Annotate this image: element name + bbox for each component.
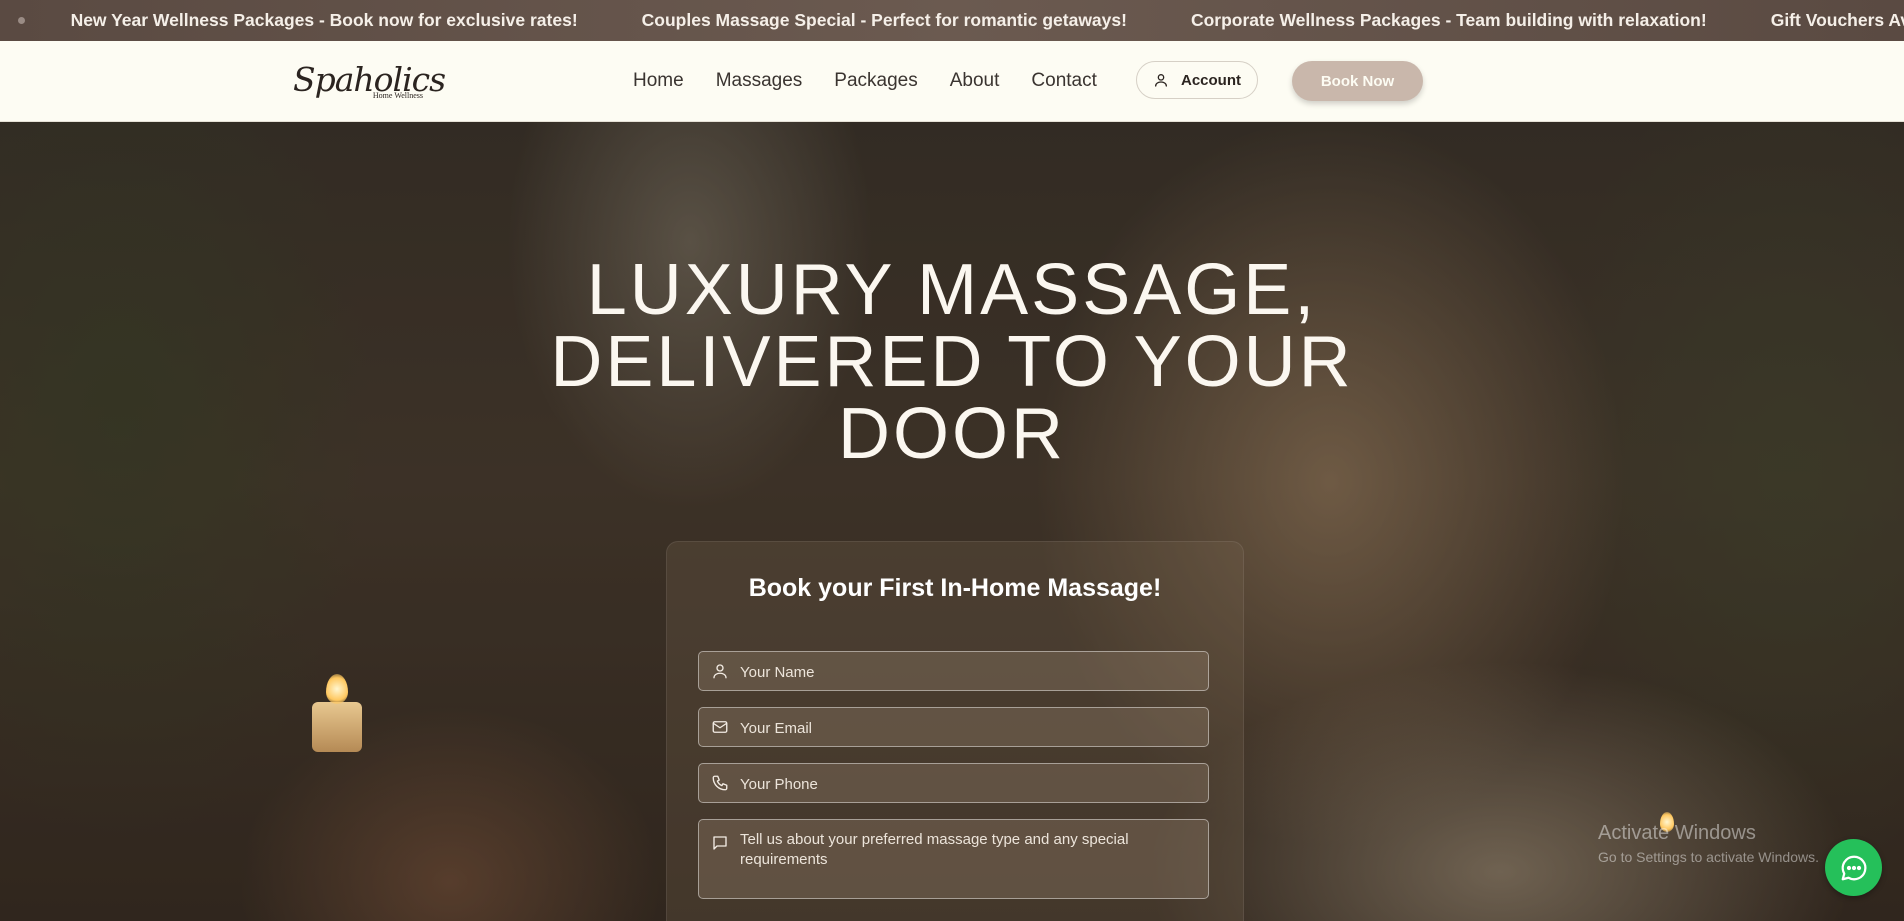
user-icon bbox=[1155, 74, 1167, 87]
message-textarea[interactable] bbox=[738, 828, 1202, 892]
site-header: Spaholics Home Wellness Home Massages Pa… bbox=[0, 41, 1904, 122]
account-button[interactable]: Account bbox=[1136, 61, 1258, 99]
ticker-item: Couples Massage Special - Perfect for ro… bbox=[641, 10, 1127, 30]
user-icon bbox=[713, 664, 727, 679]
hero-section: LUXURY MASSAGE, DELIVERED TO YOUR DOOR B… bbox=[0, 122, 1904, 921]
ticker-item: Gift Vouchers Available - Perfect bbox=[1770, 10, 1904, 30]
mail-icon bbox=[712, 721, 728, 733]
logo[interactable]: Spaholics Home Wellness bbox=[293, 63, 446, 103]
activate-windows-watermark: Activate Windows Go to Settings to activ… bbox=[1598, 822, 1819, 865]
main-nav: Home Massages Packages About Contact bbox=[633, 41, 1129, 121]
nav-packages[interactable]: Packages bbox=[834, 70, 917, 92]
ticker-separator bbox=[17, 17, 25, 24]
candle-flame bbox=[326, 674, 348, 704]
ticker-item: Corporate Wellness Packages - Team build… bbox=[1190, 10, 1707, 30]
watermark-title: Activate Windows bbox=[1598, 822, 1756, 844]
nav-home[interactable]: Home bbox=[633, 70, 684, 92]
chat-button[interactable] bbox=[1825, 839, 1882, 896]
candle-image bbox=[312, 702, 362, 752]
book-now-button[interactable]: Book Now bbox=[1292, 61, 1423, 101]
phone-icon bbox=[712, 775, 728, 791]
hero-title: LUXURY MASSAGE, DELIVERED TO YOUR DOOR bbox=[452, 254, 1452, 470]
name-field[interactable] bbox=[698, 651, 1209, 692]
logo-tagline: Home Wellness bbox=[372, 91, 423, 100]
phone-input[interactable] bbox=[738, 764, 1202, 804]
watermark-subtitle: Go to Settings to activate Windows. bbox=[1598, 849, 1819, 865]
message-icon bbox=[713, 836, 727, 850]
nav-massages[interactable]: Massages bbox=[716, 70, 803, 92]
booking-card: Book your First In-Home Massage! bbox=[666, 541, 1244, 921]
hero-title-line: LUXURY MASSAGE, bbox=[586, 250, 1318, 330]
account-label: Account bbox=[1181, 71, 1241, 89]
booking-title: Book your First In-Home Massage! bbox=[748, 574, 1162, 602]
ticker-item: New Year Wellness Packages - Book now fo… bbox=[70, 10, 578, 30]
chat-icon bbox=[1841, 855, 1866, 880]
nav-contact[interactable]: Contact bbox=[1031, 70, 1096, 92]
hero-title-line: DOOR bbox=[838, 394, 1066, 474]
hero-title-line: DELIVERED TO YOUR bbox=[550, 322, 1354, 402]
message-field[interactable] bbox=[698, 819, 1209, 899]
phone-field[interactable] bbox=[698, 763, 1209, 804]
nav-about[interactable]: About bbox=[950, 70, 1000, 92]
email-input[interactable] bbox=[738, 708, 1202, 748]
email-field[interactable] bbox=[698, 707, 1209, 748]
name-input[interactable] bbox=[738, 652, 1202, 692]
announcement-ticker: s! New Year Wellness Packages - Book now… bbox=[0, 0, 1904, 41]
